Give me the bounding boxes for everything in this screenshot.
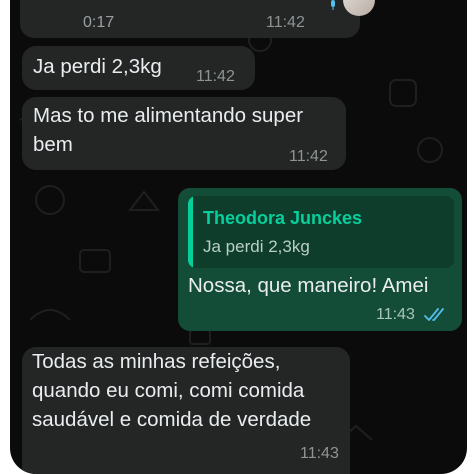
- outgoing-message[interactable]: Theodora Junckes Ja perdi 2,3kg Nossa, q…: [178, 188, 462, 331]
- message-text: Nossa, que maneiro! Amei: [188, 274, 429, 297]
- quoted-sender-name: Theodora Junckes: [203, 208, 363, 228]
- quoted-message-text: Ja perdi 2,3kg: [203, 237, 310, 256]
- incoming-message[interactable]: Ja perdi 2,3kg 11:42: [22, 46, 255, 90]
- message-time: 11:43: [300, 445, 339, 462]
- message-time: 11:42: [289, 148, 328, 165]
- message-time: 11:42: [266, 14, 305, 31]
- quoted-message[interactable]: Theodora Junckes Ja perdi 2,3kg: [188, 196, 454, 268]
- voice-message-bubble[interactable]: 0:17 11:42: [20, 0, 375, 38]
- incoming-message[interactable]: Mas to me alimentando super bem 11:42: [22, 97, 346, 170]
- quote-accent-bar: [188, 196, 193, 268]
- incoming-message[interactable]: Todas as minhas refeições, quando eu com…: [22, 347, 350, 474]
- chat-area[interactable]: 0:17 11:42 Ja perdi 2,3kg 11:42 Mas to m…: [10, 0, 467, 474]
- message-time: 11:42: [196, 68, 235, 85]
- message-text: Ja perdi 2,3kg: [33, 55, 162, 78]
- message-time: 11:43: [376, 306, 415, 323]
- double-check-read-icon: [424, 308, 444, 321]
- voice-duration: 0:17: [83, 14, 115, 31]
- microphone-icon: [331, 0, 335, 10]
- message-text: Todas as minhas refeições, quando eu com…: [32, 350, 312, 431]
- message-text: Mas to me alimentando super bem: [33, 104, 304, 156]
